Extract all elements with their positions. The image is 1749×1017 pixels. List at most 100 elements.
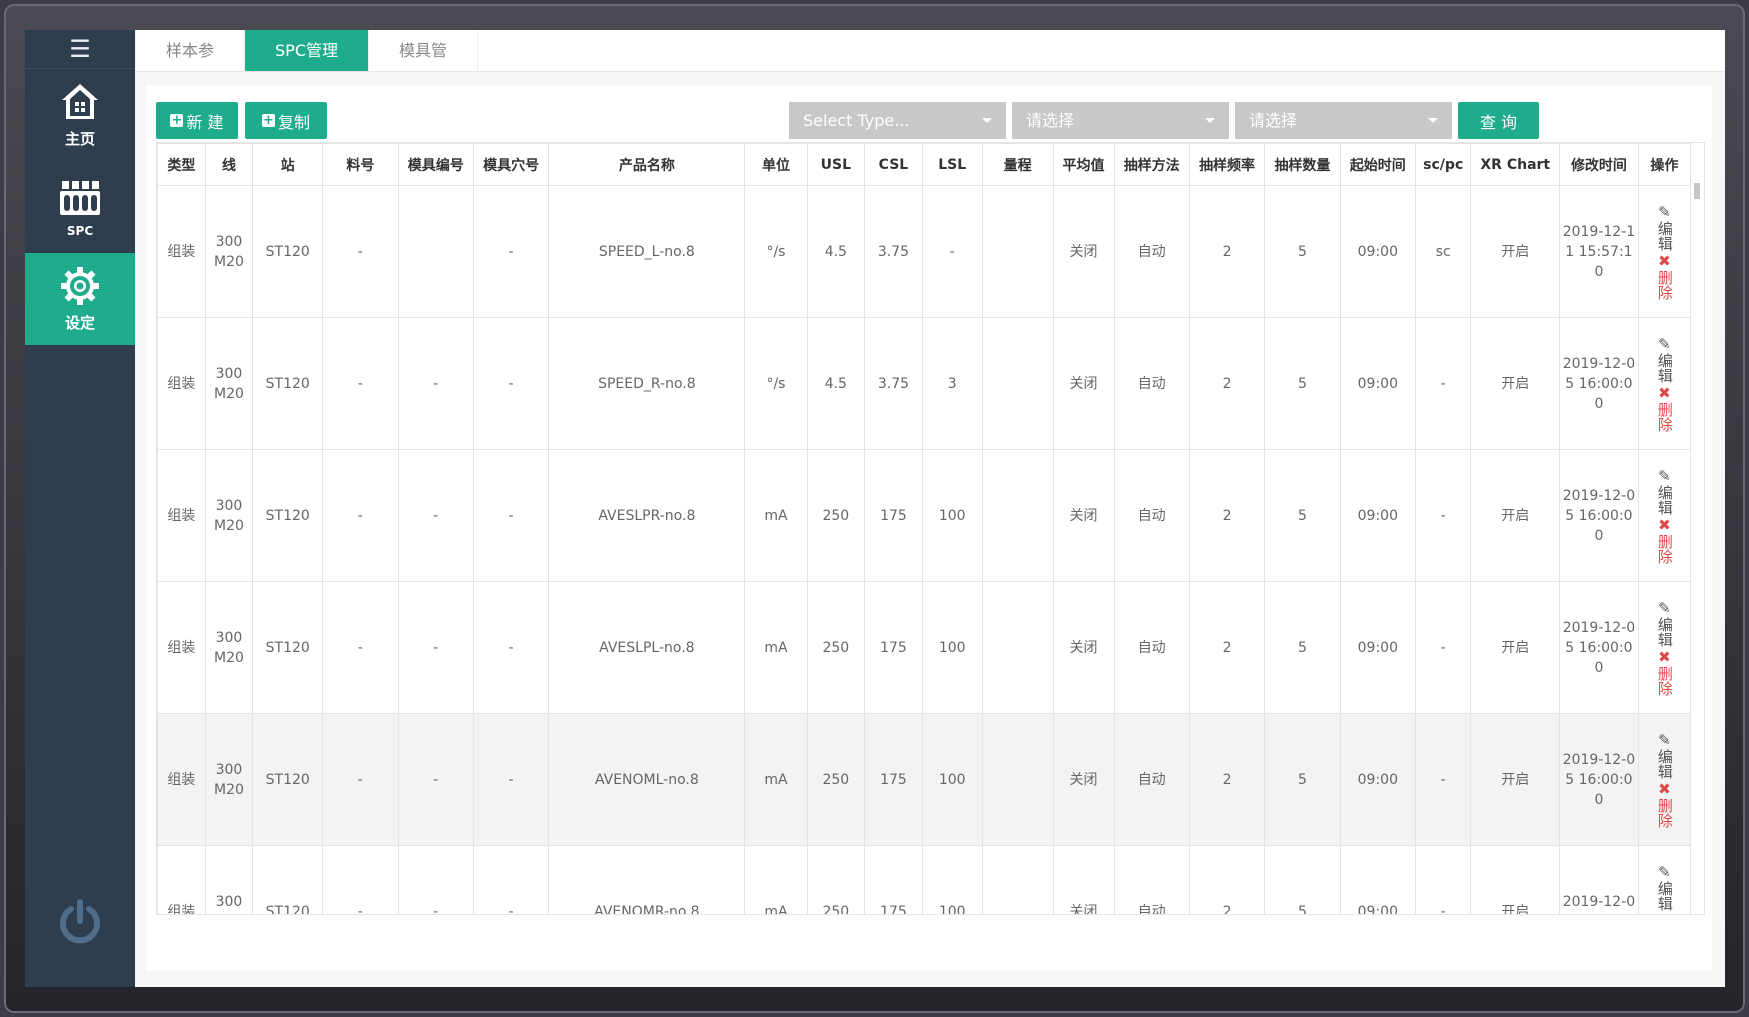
cell-mold-cavity: - xyxy=(472,713,550,846)
sidebar-item-spc[interactable]: SPC xyxy=(25,161,135,253)
filter-select-2[interactable]: 请选择 xyxy=(1012,102,1229,139)
cell-actions: ✎编辑✖删除 xyxy=(1637,185,1692,318)
cell-start-time: 09:00 xyxy=(1339,185,1417,318)
row-actions: ✎编辑✖删除 xyxy=(1641,731,1688,828)
column-header-xr-chart: XR Chart xyxy=(1470,143,1561,186)
table-row[interactable]: 组装 300 M20 ST120- - SPEED_L-no.8 °/s 4.5 3.75- 关… xyxy=(157,185,1692,318)
cell-unit: °/s xyxy=(744,185,808,318)
cell-sampling-method: 自动 xyxy=(1113,185,1190,318)
table-row[interactable]: 组装 300 M20 ST120- - - AVESLPL-no.8 mA 250 175 100… xyxy=(157,581,1692,714)
cell-part-no: - xyxy=(322,845,399,914)
edit-button[interactable]: ✎ 编辑 xyxy=(1656,202,1674,251)
cell-type: 组装 xyxy=(157,317,206,450)
cell-lsl: 100 xyxy=(921,581,983,714)
cell-range xyxy=(981,449,1054,582)
cell-start-time: 09:00 xyxy=(1339,449,1417,582)
hamburger-icon[interactable]: ☰ xyxy=(25,30,135,69)
cell-product-name: AVESLPL-no.8 xyxy=(548,581,746,714)
cell-mold-cavity: - xyxy=(472,845,550,914)
sidebar-item-label: SPC xyxy=(66,223,94,238)
query-button[interactable]: 查 询 xyxy=(1458,102,1539,139)
cell-modified-time: 2019-12-05 16:00:00 xyxy=(1559,317,1639,450)
tab-sample-params[interactable]: 样本参 xyxy=(136,30,246,71)
copy-button[interactable]: + 复制 xyxy=(245,102,327,139)
power-icon[interactable] xyxy=(55,897,105,947)
cell-mold-no: - xyxy=(397,581,474,714)
cell-actions: ✎编辑✖删除 xyxy=(1637,317,1692,450)
close-icon: ✖ xyxy=(1658,779,1671,798)
sidebar-item-settings[interactable]: 设定 xyxy=(25,253,135,345)
cell-mold-cavity: - xyxy=(472,185,550,318)
plus-icon: + xyxy=(170,113,184,128)
edit-label: 编辑 xyxy=(1655,484,1674,515)
cell-station: ST120 xyxy=(252,449,324,582)
delete-button[interactable]: ✖删除 xyxy=(1655,779,1674,828)
column-header-sampling-frequency: 抽样频率 xyxy=(1188,143,1266,186)
cell-mold-cavity: - xyxy=(472,449,550,582)
chevron-down-icon xyxy=(1428,118,1438,123)
edit-button[interactable]: ✎ 编辑 xyxy=(1656,334,1674,383)
pencil-icon: ✎ xyxy=(1658,202,1671,221)
table-row[interactable]: 组装 300 M20 ST120- - - SPEED_R-no.8 °/s 4.5 3.75 3… xyxy=(157,317,1692,450)
table-row[interactable]: 组装 300 M20 ST120- - - AVENOML-no.8 mA 250 175 100… xyxy=(157,713,1692,846)
delete-button[interactable]: ✖删除 xyxy=(1656,251,1674,300)
table-scrollbar[interactable] xyxy=(1691,143,1704,914)
close-icon: ✖ xyxy=(1658,515,1671,534)
sidebar: ☰ 主页 SPC 设定 xyxy=(25,30,135,987)
cell-type: 组装 xyxy=(157,581,206,714)
filter-select-2-value: 请选择 xyxy=(1026,111,1075,130)
tab-mold-management[interactable]: 模具管 xyxy=(369,30,479,71)
cell-sampling-qty: 5 xyxy=(1264,449,1341,582)
cell-product-name: SPEED_R-no.8 xyxy=(548,317,746,450)
cell-line: 300 M20 xyxy=(204,449,254,582)
cell-range xyxy=(981,317,1054,450)
column-header-mold-no: 模具编号 xyxy=(397,143,474,186)
cell-csl: 175 xyxy=(864,449,923,582)
close-icon: ✖ xyxy=(1658,912,1671,914)
cell-sc-pc: - xyxy=(1414,317,1472,450)
close-icon: ✖ xyxy=(1658,251,1671,270)
filter-select-3[interactable]: 请选择 xyxy=(1235,102,1452,139)
cell-unit: mA xyxy=(744,713,808,846)
new-button[interactable]: + 新 建 xyxy=(156,102,238,139)
filter-select-3-value: 请选择 xyxy=(1249,111,1298,130)
delete-button[interactable]: ✖删除 xyxy=(1656,912,1673,914)
tab-spc-management[interactable]: SPC管理 xyxy=(245,30,369,71)
delete-button[interactable]: ✖删除 xyxy=(1656,647,1674,696)
cell-line: 300 M20 xyxy=(204,185,254,318)
column-header-range: 量程 xyxy=(981,143,1054,186)
delete-label: 删除 xyxy=(1655,797,1674,828)
close-icon: ✖ xyxy=(1658,647,1671,666)
edit-button[interactable]: ✎ 编辑 xyxy=(1656,863,1674,911)
chevron-down-icon xyxy=(982,118,992,123)
cell-csl: 3.75 xyxy=(864,185,923,318)
column-header-mold-cavity: 模具穴号 xyxy=(472,143,550,186)
sidebar-item-home[interactable]: 主页 xyxy=(25,69,135,161)
column-header-average: 平均值 xyxy=(1052,143,1115,186)
cell-sampling-method: 自动 xyxy=(1113,845,1190,914)
cell-part-no: - xyxy=(322,581,399,714)
cell-line: 300 M20 xyxy=(204,713,254,846)
table-row[interactable]: 组装 300 M20 ST120- - - AVESLPR-no.8 mA 250 175 100… xyxy=(157,449,1692,582)
type-select[interactable]: Select Type... xyxy=(789,102,1006,139)
cell-part-no: - xyxy=(322,713,399,846)
pencil-icon: ✎ xyxy=(1658,598,1671,617)
row-actions: ✎编辑✖删除 xyxy=(1641,467,1688,564)
column-header-sampling-qty: 抽样数量 xyxy=(1264,143,1341,186)
edit-button[interactable]: ✎ 编辑 xyxy=(1655,598,1674,647)
edit-label: 编辑 xyxy=(1655,616,1674,647)
pencil-icon: ✎ xyxy=(1658,334,1671,353)
new-button-label: 新 建 xyxy=(186,112,224,132)
delete-button[interactable]: ✖删除 xyxy=(1656,384,1674,432)
edit-button[interactable]: ✎ 编辑 xyxy=(1656,731,1674,779)
edit-button[interactable]: ✎ 编辑 xyxy=(1655,467,1674,515)
row-actions: ✎编辑✖删除 xyxy=(1641,202,1688,300)
sidebar-item-label: 设定 xyxy=(64,314,95,332)
cell-mold-cavity: - xyxy=(472,317,550,450)
type-select-value: Select Type... xyxy=(803,111,910,130)
table-row[interactable]: 组装300 M20ST120---AVENOMR-no.8mA250175100… xyxy=(157,845,1692,914)
scrollbar-thumb[interactable] xyxy=(1694,183,1700,199)
delete-button[interactable]: ✖删除 xyxy=(1656,515,1674,564)
content-panel: + 新 建 + 复制 Select Type... 请选择 请选择 查 询 类型… xyxy=(146,85,1712,971)
cell-modified-time: 2019-12-05 xyxy=(1559,845,1639,914)
